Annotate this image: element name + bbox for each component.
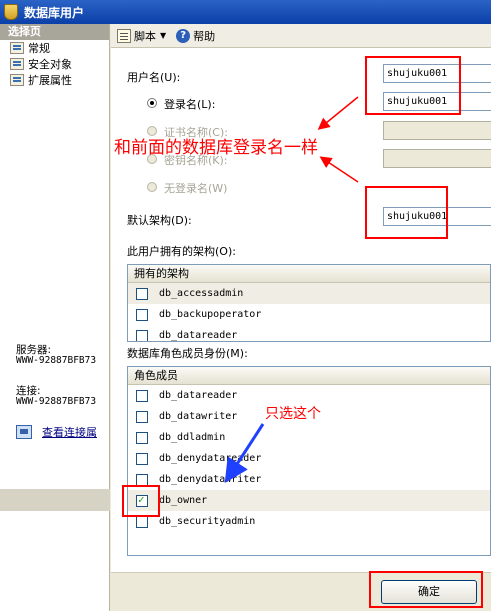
annotation-arrows xyxy=(224,96,359,484)
arrow-to-default-schema xyxy=(319,156,359,183)
arrow-to-login-name xyxy=(317,96,359,130)
arrow-to-db-owner xyxy=(224,423,265,484)
